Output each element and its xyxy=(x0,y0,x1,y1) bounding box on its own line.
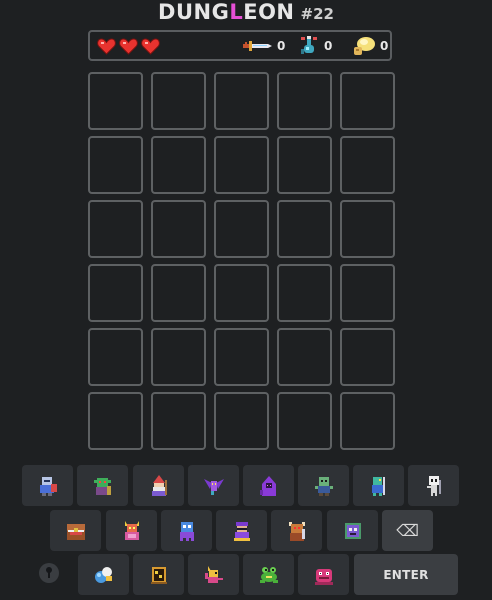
board-cell xyxy=(277,264,332,322)
board-cell xyxy=(214,328,269,386)
board-cell xyxy=(277,72,332,130)
key-minotaur[interactable] xyxy=(271,510,322,551)
board-cell xyxy=(340,392,395,450)
goblin-icon xyxy=(93,477,111,495)
board-cell xyxy=(277,392,332,450)
board-cell xyxy=(277,136,332,194)
knight-icon xyxy=(39,476,57,496)
board-cell xyxy=(151,200,206,258)
board-cell xyxy=(277,328,332,386)
key-frog[interactable] xyxy=(243,554,294,595)
food-stat: 0 xyxy=(352,35,388,57)
sword-icon xyxy=(243,41,272,51)
ghost-icon xyxy=(179,521,194,541)
key-knight[interactable] xyxy=(22,465,73,506)
board-cell xyxy=(151,136,206,194)
board-cell xyxy=(214,72,269,130)
enter-label: ENTER xyxy=(383,567,429,582)
board-cell xyxy=(340,136,395,194)
key-ghost[interactable] xyxy=(161,510,212,551)
frog-icon xyxy=(259,566,278,583)
board-cell xyxy=(88,328,143,386)
game-board xyxy=(88,72,395,450)
heart-icon xyxy=(141,38,160,55)
key-skeleton[interactable] xyxy=(408,465,459,506)
board-cell xyxy=(340,328,395,386)
board-cell xyxy=(151,392,206,450)
key-demon[interactable] xyxy=(106,510,157,551)
potion-count: 0 xyxy=(324,39,333,53)
orb-icon xyxy=(94,566,112,583)
chest-mimic-icon xyxy=(66,523,85,540)
key-chest-mimic[interactable] xyxy=(50,510,101,551)
board-cell xyxy=(151,72,206,130)
demon-icon xyxy=(124,520,139,540)
enter-button[interactable]: ENTER xyxy=(354,554,458,595)
key-slime-beast[interactable] xyxy=(298,554,349,595)
lizard-warrior-icon xyxy=(371,476,385,496)
board-cell xyxy=(214,392,269,450)
key-zombie[interactable] xyxy=(298,465,349,506)
key-treasure[interactable] xyxy=(133,554,184,595)
potion-stat: 0 xyxy=(298,35,332,57)
zombie-icon xyxy=(314,476,333,496)
board-cell xyxy=(214,200,269,258)
key-golem[interactable] xyxy=(327,510,378,551)
bat-icon xyxy=(203,478,224,495)
key-hooded-mage[interactable] xyxy=(243,465,294,506)
puzzle-number: #22 xyxy=(300,5,334,23)
game-screen: DUNGLEON #22 0 0 0 ⌫ ENTER xyxy=(0,0,492,600)
key-wizard[interactable] xyxy=(133,465,184,506)
board-cell xyxy=(340,72,395,130)
skeleton-icon xyxy=(426,475,441,496)
food-count: 0 xyxy=(380,39,389,53)
key-lizard-warrior[interactable] xyxy=(353,465,404,506)
keyhole-icon xyxy=(39,563,59,583)
board-cell xyxy=(151,328,206,386)
key-bat[interactable] xyxy=(188,465,239,506)
sword-stat: 0 xyxy=(243,35,285,57)
board-cell xyxy=(88,72,143,130)
board-cell xyxy=(88,264,143,322)
key-orb[interactable] xyxy=(78,554,129,595)
board-cell xyxy=(88,136,143,194)
backspace-icon: ⌫ xyxy=(396,521,419,540)
board-cell xyxy=(214,264,269,322)
golem-icon xyxy=(344,522,361,539)
heart-icon xyxy=(97,38,116,55)
backspace-button[interactable]: ⌫ xyxy=(382,510,433,551)
title-logo: DUNGLEON xyxy=(158,0,295,24)
hooded-mage-icon xyxy=(259,475,276,496)
board-cell xyxy=(88,392,143,450)
minotaur-icon xyxy=(288,521,305,541)
board-cell xyxy=(340,264,395,322)
key-imp[interactable] xyxy=(188,554,239,595)
status-bar: 0 0 0 xyxy=(88,30,392,61)
rogue-icon xyxy=(233,521,250,541)
wizard-icon xyxy=(151,474,167,496)
game-title: DUNGLEON #22 xyxy=(0,0,492,24)
key-rogue[interactable] xyxy=(216,510,267,551)
board-cell xyxy=(277,200,332,258)
potion-icon xyxy=(301,36,317,54)
board-cell xyxy=(88,200,143,258)
board-cell xyxy=(214,136,269,194)
board-cell xyxy=(151,264,206,322)
slime-beast-icon xyxy=(314,568,333,585)
imp-icon xyxy=(204,565,223,583)
key-goblin[interactable] xyxy=(77,465,128,506)
sword-count: 0 xyxy=(277,39,286,53)
heart-icon xyxy=(119,38,138,55)
food-icon xyxy=(354,37,375,55)
hearts xyxy=(97,38,160,55)
board-cell xyxy=(340,200,395,258)
treasure-icon xyxy=(150,566,167,584)
